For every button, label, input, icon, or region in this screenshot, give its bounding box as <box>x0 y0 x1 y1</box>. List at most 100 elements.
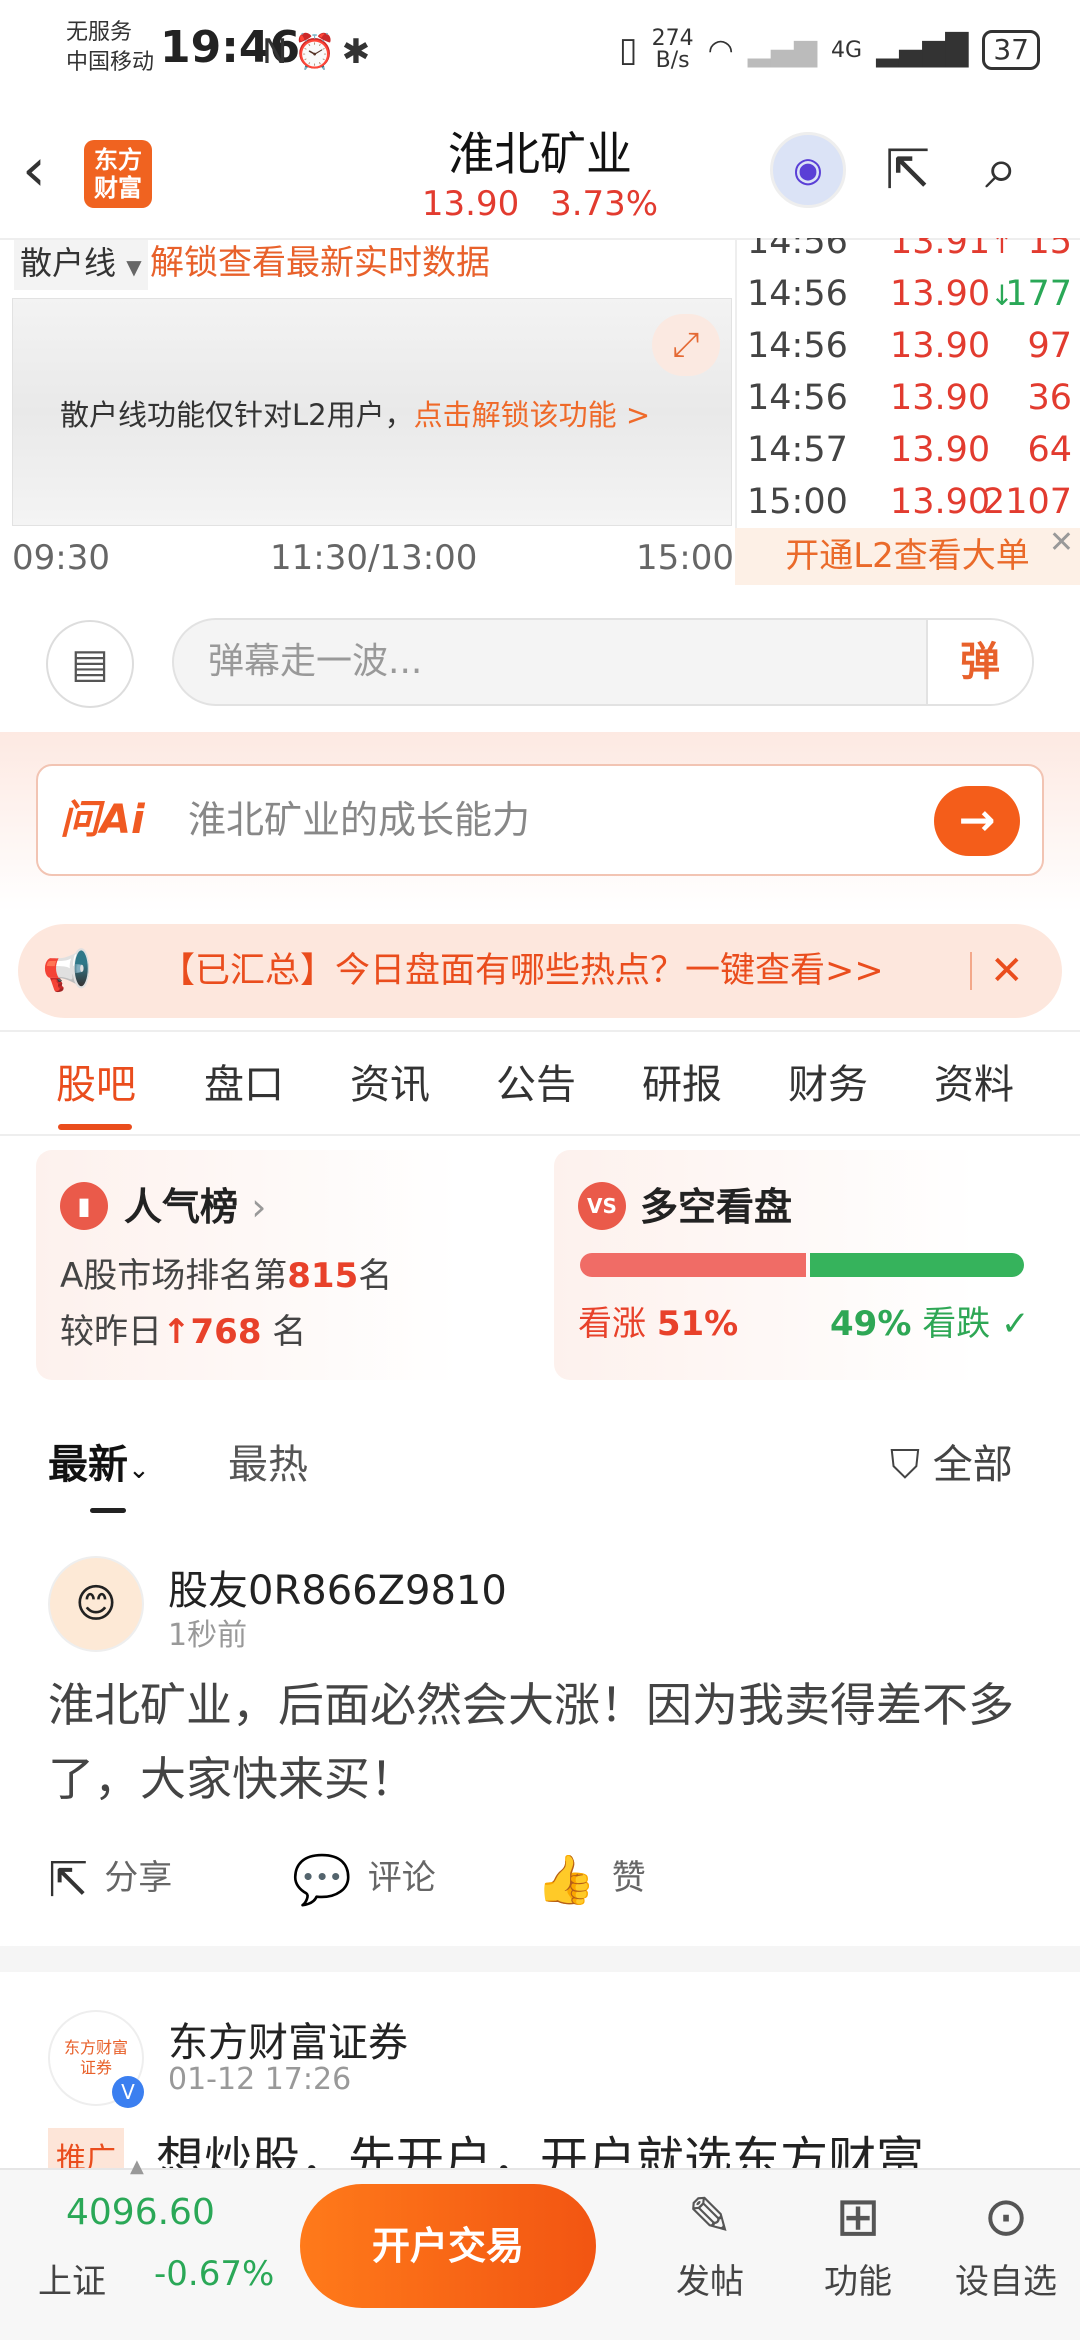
tab-finance[interactable]: 财务 <box>788 1052 868 1110</box>
tick-arrow: ↑ <box>990 238 1014 260</box>
axis-time-mid: 11:30/13:00 <box>270 538 478 578</box>
status-icons: N⏰✱ <box>262 32 376 72</box>
function-button[interactable]: ⊞ 功能 <box>798 2180 918 2303</box>
close-icon[interactable]: ✕ <box>1049 528 1074 558</box>
filter-icon: ⛉ <box>890 1442 920 1488</box>
edit-icon: ✎ <box>687 2185 733 2248</box>
close-icon[interactable]: ✕ <box>990 924 1024 1018</box>
verified-icon: V <box>112 2076 144 2108</box>
tab-research[interactable]: 研报 <box>642 1052 722 1110</box>
stock-price: 13.90 <box>421 184 520 224</box>
unlock-realtime-link[interactable]: 解锁查看最新实时数据 <box>150 240 490 286</box>
check-icon: ✓ <box>1001 1304 1030 1344</box>
sort-latest[interactable]: 最新⌄ <box>48 1432 150 1490</box>
open-account-trade-button[interactable]: 开户交易 <box>300 2184 596 2308</box>
tab-profile[interactable]: 资料 <box>934 1052 1014 1110</box>
tick-time: 14:56 <box>747 326 848 366</box>
popularity-card[interactable]: ▮ 人气榜 › A股市场排名第815名 较昨日↑768 名 <box>36 1150 534 1380</box>
signal-icon: ▂▄▆█ <box>876 32 969 68</box>
tick-price-value: 13.90 <box>890 430 991 470</box>
tick-time: 15:00 <box>747 482 848 522</box>
tick-list[interactable]: 14:56 13.91↑ 15 14:56 13.90↓ 177 14:56 13.90 97 1… <box>735 238 1080 528</box>
sort-hot[interactable]: 最热 <box>228 1432 308 1490</box>
index-change[interactable]: -0.67% <box>154 2254 274 2294</box>
ai-query-box[interactable]: 问Ai 淮北矿业的成长能力 → <box>36 764 1044 876</box>
tick-price: 13.90 <box>890 424 990 478</box>
post-username[interactable]: 股友0R866Z9810 <box>168 1558 507 1616</box>
rank-change-prefix: 较昨日 <box>60 1312 162 1352</box>
tab-news[interactable]: 资讯 <box>350 1052 430 1110</box>
add-watchlist-button[interactable]: ⊙ 设自选 <box>946 2180 1066 2303</box>
ai-prompt: 淮北矿业的成长能力 <box>188 798 531 842</box>
filter-label: 全部 <box>932 1442 1013 1488</box>
grid-icon: ⊞ <box>835 2185 881 2248</box>
tick-price: 13.90↓ <box>890 268 1014 322</box>
more-icon: ⊙ <box>983 2185 1029 2248</box>
bull-pct: 51% <box>656 1304 739 1344</box>
post-body[interactable]: 淮北矿业，后面必然会大涨！因为我卖得差不多了，大家快来买！ <box>48 1668 1038 1816</box>
post-username[interactable]: 东方财富证券 <box>168 2010 408 2068</box>
index-value[interactable]: 4096.60 <box>66 2192 215 2233</box>
vs-icon: VS <box>578 1182 626 1230</box>
hot-topics-banner[interactable]: 📢 【已汇总】今日盘面有哪些热点？一键查看>> ✕ <box>18 924 1062 1018</box>
avatar[interactable]: 😊 <box>48 1556 144 1652</box>
l2-upgrade-banner[interactable]: 开通L2查看大单 ✕ <box>735 528 1080 585</box>
signal-off-icon: ▂▄▆ <box>747 32 818 68</box>
tick-amount: 15 <box>1027 238 1072 262</box>
unlock-feature-link[interactable]: 点击解锁该功能 > <box>414 398 651 432</box>
tab-pankou[interactable]: 盘口 <box>204 1052 284 1110</box>
rank-change-suffix: 名 <box>272 1312 307 1352</box>
post-button[interactable]: ✎ 发帖 <box>650 2180 770 2303</box>
tab-announcements[interactable]: 公告 <box>496 1052 576 1110</box>
tick-price-value: 13.90 <box>890 378 991 418</box>
hot-topics-text: 【已汇总】今日盘面有哪些热点？一键查看>> <box>160 951 884 991</box>
net-speed: 274 B/s <box>652 28 694 72</box>
l2-upgrade-text: 开通L2查看大单 <box>785 536 1030 576</box>
tab-guba[interactable]: 股吧 <box>56 1052 136 1110</box>
danmu-input[interactable]: 弹幕走一波... 弹 <box>172 618 1034 706</box>
tick-row: 14:56 13.91↑ 15 <box>747 238 1072 268</box>
locked-message: 散户线功能仅针对L2用户，点击解锁该功能 > <box>60 392 650 434</box>
megaphone-icon: 📢 <box>42 948 92 994</box>
chevron-down-icon: ⌄ <box>128 1455 150 1485</box>
tick-price: 13.90 <box>890 372 990 426</box>
share-button[interactable]: ⇱ 分享 <box>48 1850 172 1908</box>
expand-icon[interactable]: ⤢ <box>652 314 720 376</box>
search-icon[interactable]: ⌕ <box>985 134 1017 203</box>
status-bar: 无服务 中国移动 19:46 N⏰✱ ▯ 274 B/s ◠ ▂▄▆ 4G ▂▄… <box>0 0 1080 110</box>
tick-time: 14:56 <box>747 238 848 262</box>
indicator-selector[interactable]: 散户线 ▼ <box>14 240 148 290</box>
thumbs-up-icon: 👍 <box>536 1852 596 1908</box>
function-button-label: 功能 <box>824 2262 892 2302</box>
status-right: ▯ 274 B/s ◠ ▂▄▆ 4G ▂▄▆█ 37 <box>619 28 1040 72</box>
bull-label: 看涨 51% <box>578 1296 738 1345</box>
sort-latest-label: 最新 <box>48 1442 128 1488</box>
post-separator <box>0 1946 1080 1972</box>
comment-label: 评论 <box>367 1858 436 1898</box>
battery-level: 37 <box>982 30 1040 70</box>
post-time: 01-12 17:26 <box>168 2062 352 2097</box>
filter-button[interactable]: ⛉ 全部 <box>890 1432 1013 1490</box>
danmu-placeholder: 弹幕走一波... <box>208 641 423 682</box>
like-button[interactable]: 👍 赞 <box>536 1850 646 1908</box>
comment-button[interactable]: 💬 评论 <box>292 1850 436 1908</box>
alarm-icon: ⏰ <box>293 32 342 72</box>
share-icon[interactable]: ⇱ <box>885 138 930 201</box>
danmu-settings-icon[interactable]: ▤ <box>46 620 134 708</box>
tick-price-value: 13.90 <box>890 274 991 314</box>
bar-chart-icon: ▮ <box>60 1182 108 1230</box>
tick-row: 14:57 13.90 64 <box>747 424 1072 476</box>
index-name[interactable]: 上证 <box>38 2254 106 2303</box>
bear-label-text: 看跌 <box>922 1304 991 1344</box>
bear-pct: 49% <box>830 1304 912 1344</box>
indicator-selector-label: 散户线 <box>20 244 117 282</box>
active-tab-indicator <box>58 1124 132 1130</box>
bull-bar <box>580 1253 806 1277</box>
arrow-right-icon[interactable]: → <box>934 786 1020 856</box>
post-time: 1秒前 <box>168 1618 248 1653</box>
popularity-title: 人气榜 › <box>124 1176 266 1231</box>
ai-assistant-robot-icon[interactable]: ◉ <box>770 132 846 208</box>
rank-change-line: 较昨日↑768 名 <box>60 1304 306 1353</box>
bottom-bar: ▲ 4096.60 上证 -0.67% 开户交易 ✎ 发帖 ⊞ 功能 ⊙ 设自选 <box>0 2156 1080 2340</box>
danmu-send-button[interactable]: 弹 <box>926 620 1032 704</box>
